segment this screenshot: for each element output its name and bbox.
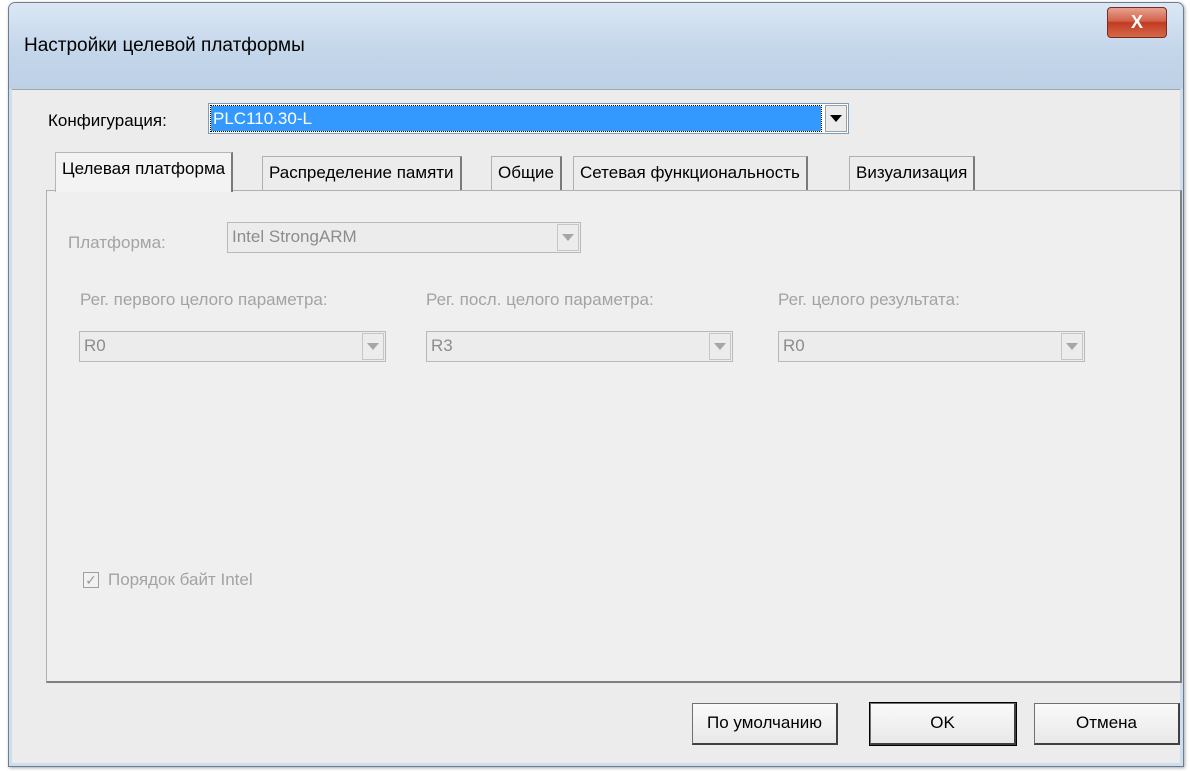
tab-network-functionality[interactable]: Сетевая функциональность [573, 156, 808, 190]
byte-order-label: Порядок байт Intel [108, 570, 253, 589]
tab-label: Сетевая функциональность [580, 163, 800, 182]
tab-general[interactable]: Общие [491, 156, 562, 190]
reg-last-value: R3 [431, 336, 453, 355]
reg-result-value: R0 [783, 336, 805, 355]
tab-label: Визуализация [856, 163, 968, 182]
chevron-down-icon [1066, 343, 1078, 350]
chevron-down-icon [367, 343, 379, 350]
tab-memory-layout[interactable]: Распределение памяти [262, 156, 462, 190]
title-bar[interactable]: Настройки целевой платформы X [9, 3, 1183, 89]
reg-last-dropdown-button[interactable] [709, 333, 731, 360]
cancel-button[interactable]: Отмена [1034, 703, 1180, 745]
tab-label: Общие [498, 163, 554, 182]
tab-label: Распределение памяти [269, 163, 454, 182]
dialog-window: Настройки целевой платформы X Конфигурац… [8, 2, 1184, 767]
check-icon: ✓ [85, 572, 97, 588]
close-icon: X [1130, 12, 1143, 32]
tab-visualization[interactable]: Визуализация [849, 156, 976, 190]
tab-panel-target-platform: Платформа: Intel StrongARM Рег. первого … [46, 190, 1182, 683]
close-button[interactable]: X [1107, 7, 1167, 38]
config-value: PLC110.30-L [210, 105, 822, 132]
config-label: Конфигурация: [48, 111, 167, 130]
tab-label: Целевая платформа [62, 159, 226, 178]
chevron-down-icon [714, 343, 726, 350]
defaults-button[interactable]: По умолчанию [692, 703, 838, 745]
reg-first-value: R0 [84, 336, 106, 355]
reg-first-dropdown-button[interactable] [362, 333, 384, 360]
reg-result-label: Рег. целого результата: [778, 290, 960, 309]
platform-dropdown-button[interactable] [557, 224, 579, 251]
reg-first-select[interactable]: R0 [79, 331, 386, 362]
dialog-client-area: Конфигурация: PLC110.30-L Целевая платфо… [12, 89, 1182, 763]
chevron-down-icon [830, 115, 842, 122]
config-dropdown-button[interactable] [825, 105, 847, 132]
byte-order-checkbox[interactable]: ✓ [83, 572, 99, 588]
reg-last-label: Рег. посл. целого параметра: [426, 290, 654, 309]
reg-first-label: Рег. первого целого параметра: [80, 290, 328, 309]
chevron-down-icon [562, 234, 574, 241]
platform-value: Intel StrongARM [232, 227, 357, 246]
reg-result-dropdown-button[interactable] [1061, 333, 1083, 360]
reg-result-select[interactable]: R0 [778, 331, 1085, 362]
platform-label: Платформа: [68, 233, 166, 252]
tab-target-platform[interactable]: Целевая платформа [55, 152, 234, 192]
config-select[interactable]: PLC110.30-L [208, 103, 849, 134]
platform-select[interactable]: Intel StrongARM [227, 222, 581, 253]
ok-button[interactable]: OK [869, 702, 1017, 746]
reg-last-select[interactable]: R3 [426, 331, 733, 362]
window-title: Настройки целевой платформы [24, 35, 305, 56]
